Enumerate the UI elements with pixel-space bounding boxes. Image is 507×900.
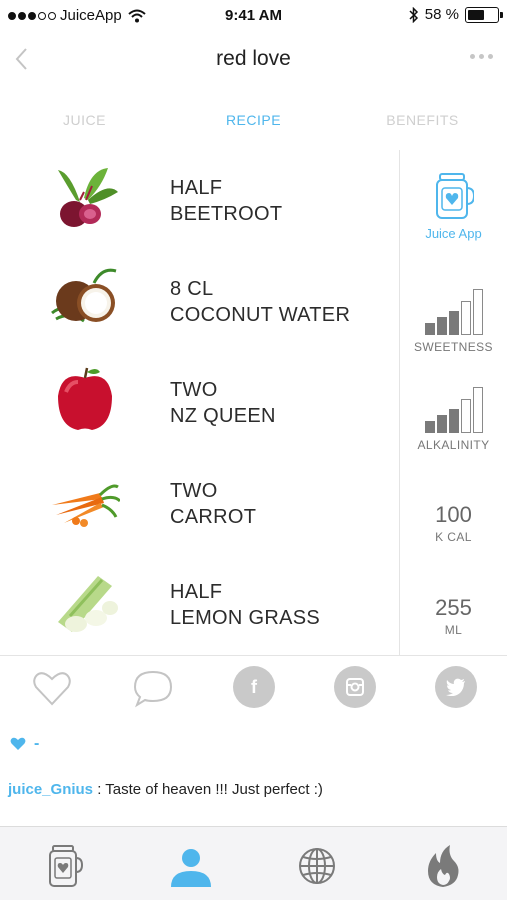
ingredient-name: LEMON GRASS bbox=[170, 607, 320, 629]
apple-image bbox=[58, 367, 112, 430]
bluetooth-icon bbox=[409, 6, 418, 23]
alkalinity-bars bbox=[400, 383, 507, 433]
ingredient-name: BEETROOT bbox=[170, 203, 283, 225]
ingredient-text: 8 CL COCONUT WATER bbox=[170, 276, 350, 328]
navigation-bar: red love bbox=[0, 32, 507, 88]
instagram-icon bbox=[346, 678, 364, 696]
bottom-tab-bar bbox=[0, 826, 507, 900]
tab-juice[interactable]: JUICE bbox=[0, 104, 169, 138]
section-divider bbox=[0, 655, 507, 656]
juice-app-label: Juice App bbox=[425, 226, 482, 241]
twitter-share-button[interactable] bbox=[435, 666, 477, 708]
ingredient-quantity: TWO bbox=[170, 379, 218, 401]
ingredient-quantity: HALF bbox=[170, 581, 223, 603]
calories-unit: K CAL bbox=[435, 530, 472, 544]
battery-icon bbox=[465, 6, 503, 23]
sweetness-bars bbox=[400, 285, 507, 335]
twitter-icon bbox=[446, 678, 465, 696]
likes-summary: - bbox=[10, 735, 39, 753]
segment-tabs: JUICE RECIPE BENEFITS bbox=[0, 104, 507, 138]
action-row: f bbox=[0, 666, 507, 718]
back-button[interactable] bbox=[10, 44, 34, 74]
lemongrass-image bbox=[58, 576, 118, 632]
coconut-image bbox=[51, 268, 117, 323]
comment-username[interactable]: juice_Gnius bbox=[8, 781, 93, 798]
ingredient-name: CARROT bbox=[170, 506, 257, 528]
ingredient-beetroot: HALF BEETROOT bbox=[0, 150, 400, 251]
sweetness-bar-2 bbox=[436, 317, 447, 335]
beetroot-image bbox=[58, 168, 118, 227]
ingredient-quantity: 8 CL bbox=[170, 278, 214, 300]
sweetness-bar-4 bbox=[460, 301, 471, 335]
tab-recipe[interactable]: RECIPE bbox=[169, 104, 338, 138]
ingredient-lemongrass: HALF LEMON GRASS bbox=[0, 554, 400, 655]
volume-value: 255 bbox=[435, 595, 472, 620]
alkalinity-bar-1 bbox=[424, 421, 435, 433]
juice-jar-icon bbox=[435, 173, 474, 219]
comment-button[interactable] bbox=[131, 666, 175, 710]
volume-unit: ML bbox=[444, 623, 463, 637]
tab-benefits[interactable]: BENEFITS bbox=[338, 104, 507, 138]
sweetness-bar-1 bbox=[424, 323, 435, 335]
tab-trending-flame-icon[interactable] bbox=[420, 843, 466, 889]
info-column: Juice App SWEETNESS ALKALINITY 100 K CAL… bbox=[400, 150, 507, 655]
ingredient-coconut: 8 CL COCONUT WATER bbox=[0, 251, 400, 352]
more-options-button[interactable] bbox=[470, 54, 493, 59]
sweetness-label: SWEETNESS bbox=[414, 340, 493, 354]
ingredient-list: HALF BEETROOT 8 CL COCONUT WATER TWO NZ … bbox=[0, 150, 400, 655]
status-bar: JuiceApp 9:41 AM 58 % bbox=[0, 0, 507, 32]
ingredient-quantity: TWO bbox=[170, 480, 218, 502]
volume-info: 255 ML bbox=[400, 595, 507, 637]
battery-percent: 58 % bbox=[424, 6, 459, 23]
carrot-image bbox=[52, 484, 120, 527]
tab-juices-jar-icon[interactable] bbox=[42, 843, 88, 889]
calories-value: 100 bbox=[435, 502, 472, 527]
sweetness-meter: SWEETNESS bbox=[400, 285, 507, 354]
ingredient-text: HALF BEETROOT bbox=[170, 175, 282, 227]
likes-count: - bbox=[34, 735, 40, 752]
page-title: red love bbox=[216, 47, 291, 70]
tab-globe-icon[interactable] bbox=[294, 843, 340, 889]
alkalinity-bar-5 bbox=[472, 387, 483, 433]
heart-icon bbox=[10, 737, 26, 750]
comment-item: juice_Gnius : Taste of heaven !!! Just p… bbox=[8, 781, 323, 798]
instagram-share-button[interactable] bbox=[334, 666, 376, 708]
alkalinity-bar-4 bbox=[460, 399, 471, 433]
alkalinity-meter: ALKALINITY bbox=[400, 383, 507, 452]
alkalinity-bar-3 bbox=[448, 409, 459, 433]
tab-profile-icon[interactable] bbox=[168, 843, 214, 889]
ingredient-carrot: TWO CARROT bbox=[0, 453, 400, 554]
facebook-icon: f bbox=[251, 676, 257, 697]
ingredient-quantity: HALF bbox=[170, 177, 223, 199]
ingredient-text: TWO NZ QUEEN bbox=[170, 377, 276, 429]
facebook-share-button[interactable]: f bbox=[233, 666, 275, 708]
ingredient-name: NZ QUEEN bbox=[170, 405, 276, 427]
calories-info: 100 K CAL bbox=[400, 502, 507, 544]
ingredient-name: COCONUT WATER bbox=[170, 304, 351, 326]
ingredient-text: HALF LEMON GRASS bbox=[170, 579, 320, 631]
juice-app-info[interactable]: Juice App bbox=[400, 172, 507, 241]
status-right: 58 % bbox=[409, 6, 503, 23]
like-button[interactable] bbox=[30, 666, 74, 710]
comment-text: : Taste of heaven !!! Just perfect :) bbox=[93, 781, 323, 798]
sweetness-bar-5 bbox=[472, 289, 483, 335]
sweetness-bar-3 bbox=[448, 311, 459, 335]
alkalinity-bar-2 bbox=[436, 415, 447, 433]
ingredient-apple: TWO NZ QUEEN bbox=[0, 352, 400, 453]
alkalinity-label: ALKALINITY bbox=[417, 438, 490, 452]
ingredient-text: TWO CARROT bbox=[170, 478, 256, 530]
